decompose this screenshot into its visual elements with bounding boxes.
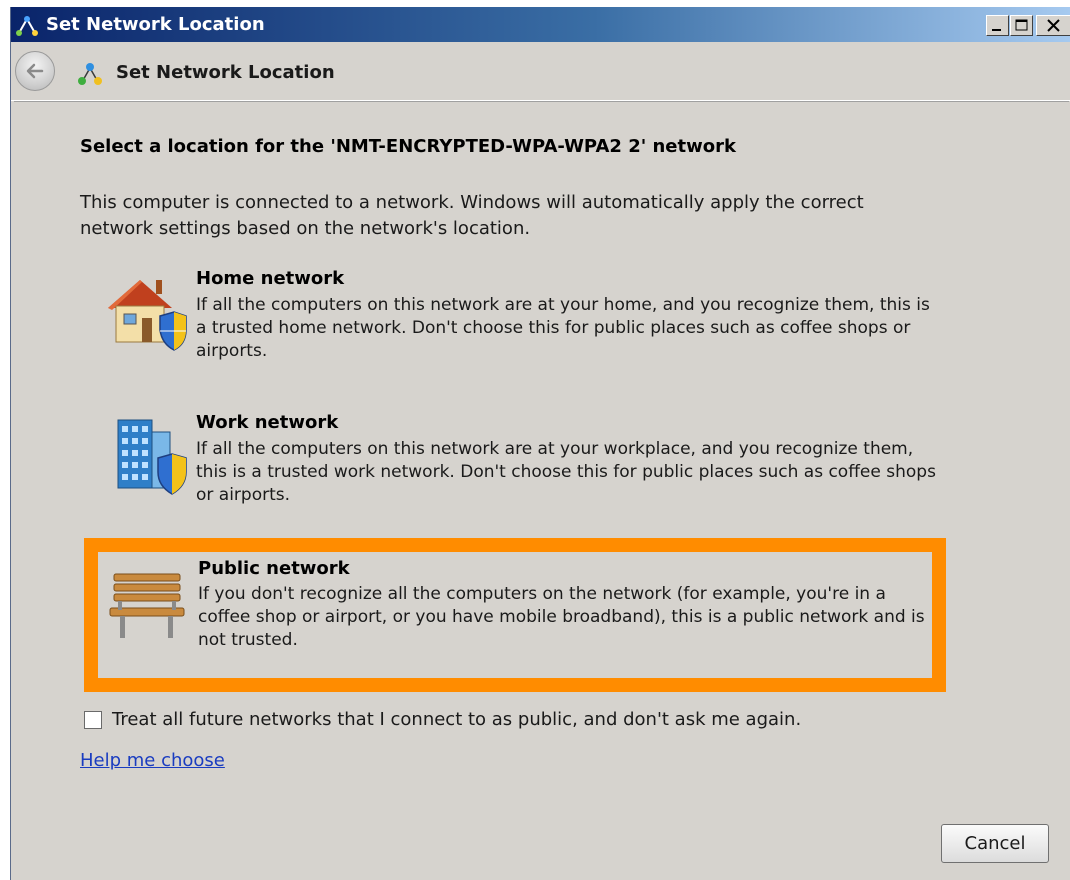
option-title: Public network: [198, 558, 350, 579]
public-network-option[interactable]: Public network If you don't recognize al…: [84, 538, 946, 692]
dialog-footer: Cancel: [11, 807, 1070, 880]
maximize-button[interactable]: [1010, 15, 1033, 36]
back-button[interactable]: [15, 51, 55, 91]
checkbox-label[interactable]: Treat all future networks that I connect…: [112, 709, 801, 730]
nav-title: Set Network Location: [116, 62, 335, 83]
option-description: If you don't recognize all the computers…: [198, 584, 925, 650]
intro-text: This computer is connected to a network.…: [80, 192, 864, 239]
help-me-choose-link[interactable]: Help me choose: [80, 750, 225, 771]
title-bar[interactable]: Set Network Location: [11, 7, 1070, 42]
set-network-location-window: Set Network Location Set Network Locatio…: [10, 7, 1070, 880]
minimize-button[interactable]: [986, 15, 1009, 36]
page-heading: Select a location for the 'NMT-ENCRYPTED…: [80, 136, 736, 157]
office-building-shield-icon: [117, 419, 187, 495]
close-button[interactable]: [1036, 15, 1070, 36]
minimize-icon: [992, 29, 1001, 31]
park-bench-icon: [109, 573, 185, 638]
option-title: Home network: [196, 268, 345, 289]
treat-as-public-checkbox[interactable]: [84, 711, 102, 729]
navigation-bar: Set Network Location: [11, 42, 1070, 99]
work-network-option[interactable]: Work network If all the computers on thi…: [84, 398, 944, 540]
maximize-icon: [1015, 19, 1028, 31]
cancel-button[interactable]: Cancel: [941, 824, 1049, 863]
house-shield-icon: [108, 280, 187, 351]
option-title: Work network: [196, 412, 339, 433]
option-description: If all the computers on this network are…: [196, 295, 930, 361]
window-title: Set Network Location: [46, 14, 265, 35]
back-arrow-icon: [26, 63, 44, 79]
option-description: If all the computers on this network are…: [196, 439, 936, 505]
home-network-option[interactable]: Home network If all the computers on thi…: [84, 254, 944, 396]
close-icon: [1047, 19, 1060, 32]
network-location-icon: [78, 63, 102, 85]
content-panel: Select a location for the 'NMT-ENCRYPTED…: [14, 101, 1069, 808]
network-location-icon: [16, 16, 38, 36]
